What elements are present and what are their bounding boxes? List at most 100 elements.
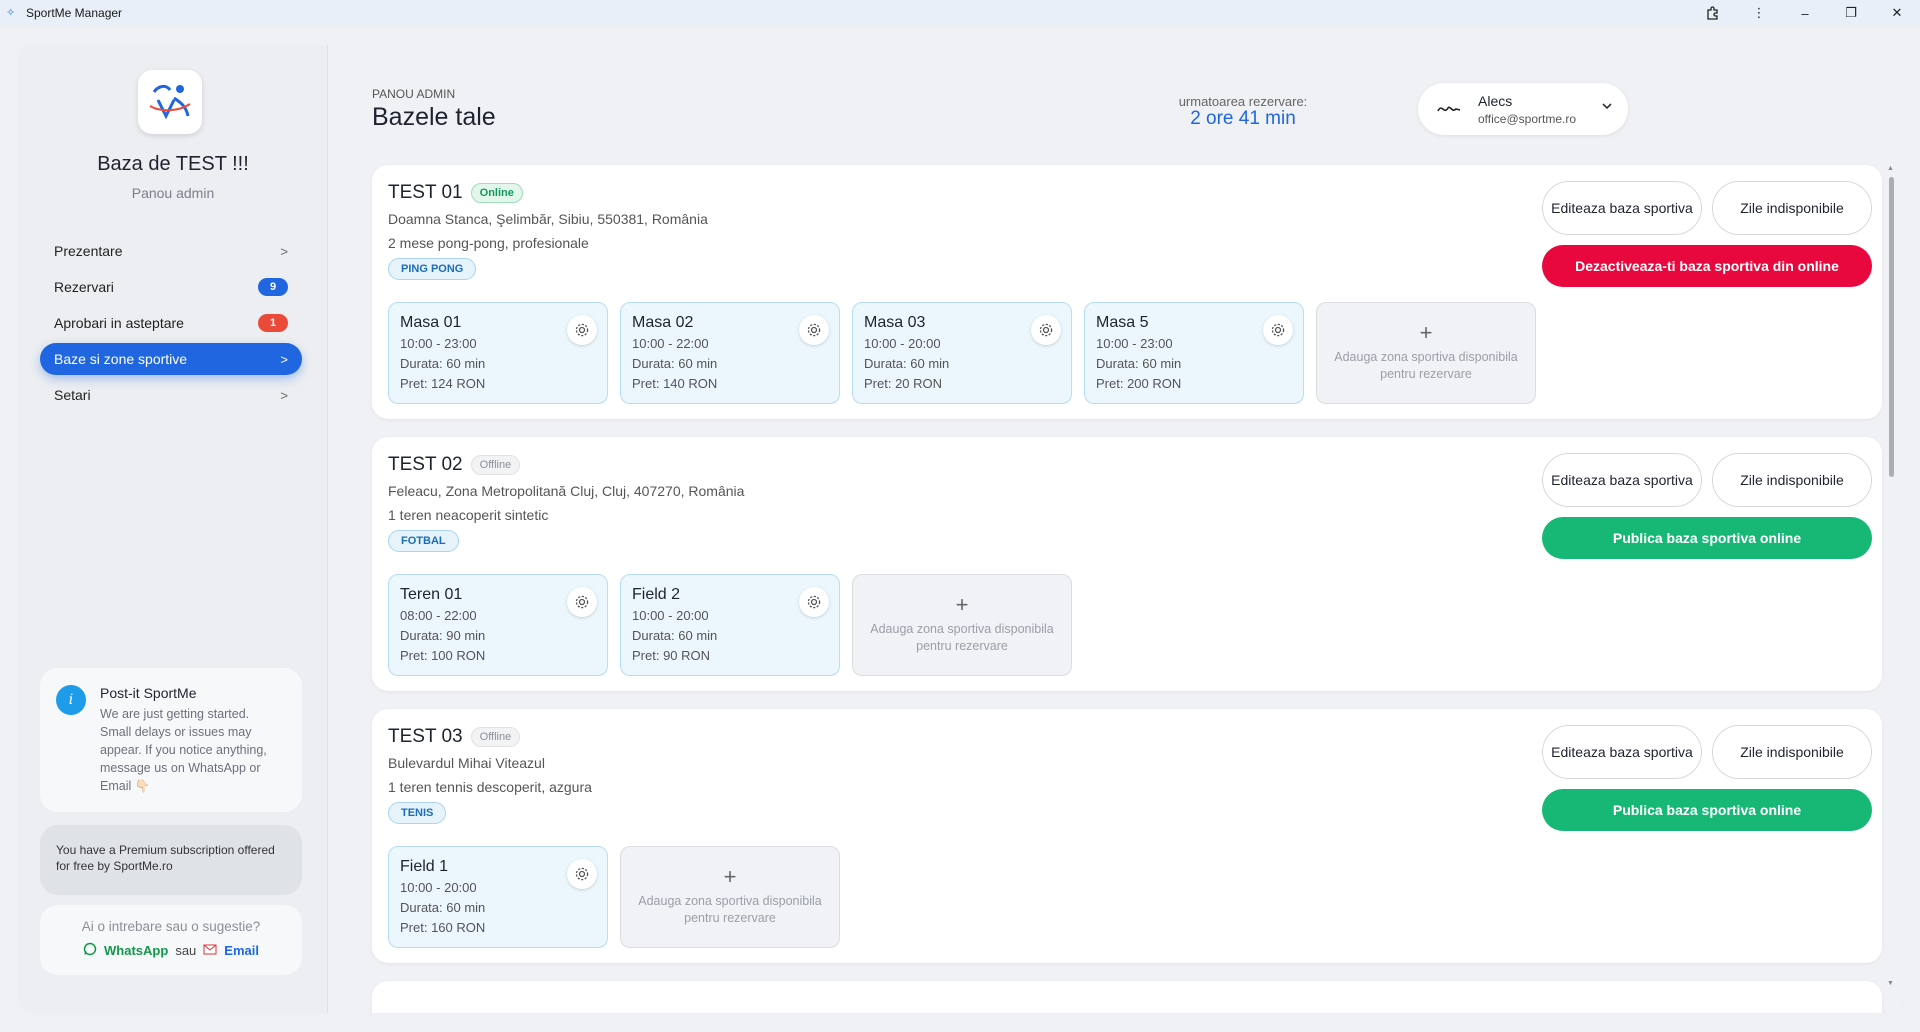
zone-card[interactable]: Masa 02 10:00 - 22:00 Durata: 60 min Pre… (620, 302, 840, 404)
count-badge: 1 (258, 314, 288, 332)
plus-icon: + (1419, 320, 1433, 345)
gear-icon[interactable] (567, 315, 597, 345)
contact-separator: sau (175, 943, 197, 958)
base-subtitle: Panou admin (131, 185, 215, 201)
sidebar-item-prezentare[interactable]: Prezentare > (40, 235, 302, 267)
zone-duration: Durata: 60 min (400, 900, 486, 915)
zone-duration: Durata: 60 min (632, 356, 718, 371)
zone-duration: Durata: 60 min (632, 628, 718, 643)
contact-question: Ai o intrebare sau o sugestie? (81, 919, 261, 934)
postit-title: Post-it SportMe (100, 685, 197, 701)
base-name: TEST 01 (388, 182, 463, 203)
scrollbar-thumb[interactable] (1889, 177, 1894, 477)
zone-card[interactable]: Field 1 10:00 - 20:00 Durata: 60 min Pre… (388, 846, 608, 948)
extensions-icon[interactable] (1690, 0, 1736, 26)
sidebar-item-aprobari[interactable]: Aprobari in asteptare 1 (40, 307, 302, 339)
zone-name: Masa 03 (864, 314, 926, 331)
zone-card[interactable]: Masa 5 10:00 - 23:00 Durata: 60 min Pret… (1084, 302, 1304, 404)
sidebar-item-setari[interactable]: Setari > (40, 379, 302, 411)
zone-name: Field 1 (400, 858, 449, 875)
minimize-button[interactable]: – (1782, 0, 1828, 26)
plus-icon: + (955, 592, 969, 617)
restore-button[interactable]: ❐ (1828, 0, 1874, 26)
sidebar-item-label: Setari (54, 387, 91, 403)
whatsapp-icon (83, 942, 97, 959)
close-button[interactable]: ✕ (1874, 0, 1920, 26)
zone-price: Pret: 200 RON (1096, 376, 1182, 391)
edit-base-button[interactable]: Editeaza baza sportiva (1542, 181, 1702, 235)
sidebar-item-label: Aprobari in asteptare (54, 315, 184, 331)
publish-online-button[interactable]: Publica baza sportiva online (1542, 789, 1872, 831)
scroll-up-arrow[interactable]: ▲ (1887, 165, 1894, 172)
add-zone-button[interactable]: + Adauga zona sportiva disponibila pentr… (852, 574, 1072, 676)
main-content: PANOU ADMIN Bazele tale urmatoarea rezer… (328, 45, 1903, 1013)
window-title: SportMe Manager (26, 6, 123, 20)
zone-card[interactable]: Masa 03 10:00 - 20:00 Durata: 60 min Pre… (852, 302, 1072, 404)
zone-duration: Durata: 60 min (864, 356, 950, 371)
deactivate-online-button[interactable]: Dezactiveaza-ti baza sportiva din online (1542, 245, 1872, 287)
more-options-icon[interactable]: ⋮ (1736, 0, 1782, 26)
status-badge: Offline (470, 727, 521, 747)
info-icon: i (56, 685, 86, 715)
publish-online-button[interactable]: Publica baza sportiva online (1542, 517, 1872, 559)
zone-name: Field 2 (632, 586, 681, 603)
zone-name: Masa 5 (1096, 314, 1149, 331)
unavailable-days-button[interactable]: Zile indisponibile (1712, 453, 1872, 507)
gear-icon[interactable] (1031, 315, 1061, 345)
zone-name: Teren 01 (400, 586, 463, 603)
title-bar: ✧ SportMe Manager ⋮ – ❐ ✕ (0, 0, 1920, 26)
base-description: 1 teren neacoperit sintetic (388, 507, 549, 523)
scroll-down-arrow[interactable]: ▼ (1887, 980, 1894, 987)
zone-hours: 10:00 - 23:00 (1096, 336, 1173, 351)
zone-hours: 08:00 - 22:00 (400, 608, 477, 623)
zone-hours: 10:00 - 20:00 (400, 880, 477, 895)
zone-price: Pret: 100 RON (400, 648, 486, 663)
sport-tag: FOTBAL (388, 530, 459, 552)
edit-base-button[interactable]: Editeaza baza sportiva (1542, 725, 1702, 779)
zone-price: Pret: 20 RON (864, 376, 943, 391)
edit-base-button[interactable]: Editeaza baza sportiva (1542, 453, 1702, 507)
app-window: Baza de TEST !!! Panou admin Prezentare … (18, 45, 1903, 1013)
whatsapp-link[interactable]: WhatsApp (104, 943, 168, 958)
sport-tag: TENIS (388, 802, 447, 824)
zone-price: Pret: 90 RON (632, 648, 711, 663)
base-description: 2 mese pong-pong, profesionale (388, 235, 589, 251)
add-zone-label: Adauga zona sportiva disponibila pentru … (870, 622, 1054, 653)
chevron-right-icon: > (280, 387, 288, 403)
email-link[interactable]: Email (224, 943, 259, 958)
zone-card[interactable]: Masa 01 10:00 - 23:00 Durata: 60 min Pre… (388, 302, 608, 404)
unavailable-days-button[interactable]: Zile indisponibile (1712, 181, 1872, 235)
status-badge: Offline (470, 455, 521, 475)
zone-hours: 10:00 - 20:00 (864, 336, 941, 351)
signature-avatar (1437, 106, 1461, 112)
base-card: TEST 03 Offline Bulevardul Mihai Viteazul… (372, 709, 1882, 963)
postit-body: We are just getting started. Small delay… (100, 707, 267, 793)
base-address: Doamna Stanca, Şelimbăr, Sibiu, 550381, … (388, 211, 708, 227)
zone-card[interactable]: Teren 01 08:00 - 22:00 Durata: 90 min Pr… (388, 574, 608, 676)
unavailable-days-button[interactable]: Zile indisponibile (1712, 725, 1872, 779)
gear-icon[interactable] (1263, 315, 1293, 345)
gear-icon[interactable] (799, 587, 829, 617)
base-description: 1 teren tennis descoperit, azgura (388, 779, 592, 795)
sidebar-item-rezervari[interactable]: Rezervari 9 (40, 271, 302, 303)
page-eyebrow: PANOU ADMIN (372, 87, 456, 101)
add-zone-button[interactable]: + Adauga zona sportiva disponibila pentr… (1316, 302, 1536, 404)
base-name: TEST 02 (388, 454, 463, 475)
zone-card[interactable]: Field 2 10:00 - 20:00 Durata: 60 min Pre… (620, 574, 840, 676)
sidebar-item-label: Rezervari (54, 279, 114, 295)
add-zone-button[interactable]: + Adauga zona sportiva disponibila pentr… (620, 846, 840, 948)
zone-price: Pret: 124 RON (400, 376, 486, 391)
sportme-logo (138, 70, 202, 134)
user-menu[interactable]: Alecs office@sportme.ro (1418, 83, 1628, 135)
base-address: Bulevardul Mihai Viteazul (388, 755, 545, 771)
gear-icon[interactable] (567, 859, 597, 889)
sidebar-item-baze[interactable]: Baze si zone sportive > (40, 343, 302, 375)
email-icon (203, 943, 217, 958)
zone-name: Masa 01 (400, 314, 462, 331)
base-card: TEST 02 Offline Feleacu, Zona Metropolita… (372, 437, 1882, 691)
gear-icon[interactable] (799, 315, 829, 345)
user-email: office@sportme.ro (1478, 112, 1576, 126)
gear-icon[interactable] (567, 587, 597, 617)
sidebar-item-label: Prezentare (54, 243, 123, 259)
zone-price: Pret: 160 RON (400, 920, 486, 935)
